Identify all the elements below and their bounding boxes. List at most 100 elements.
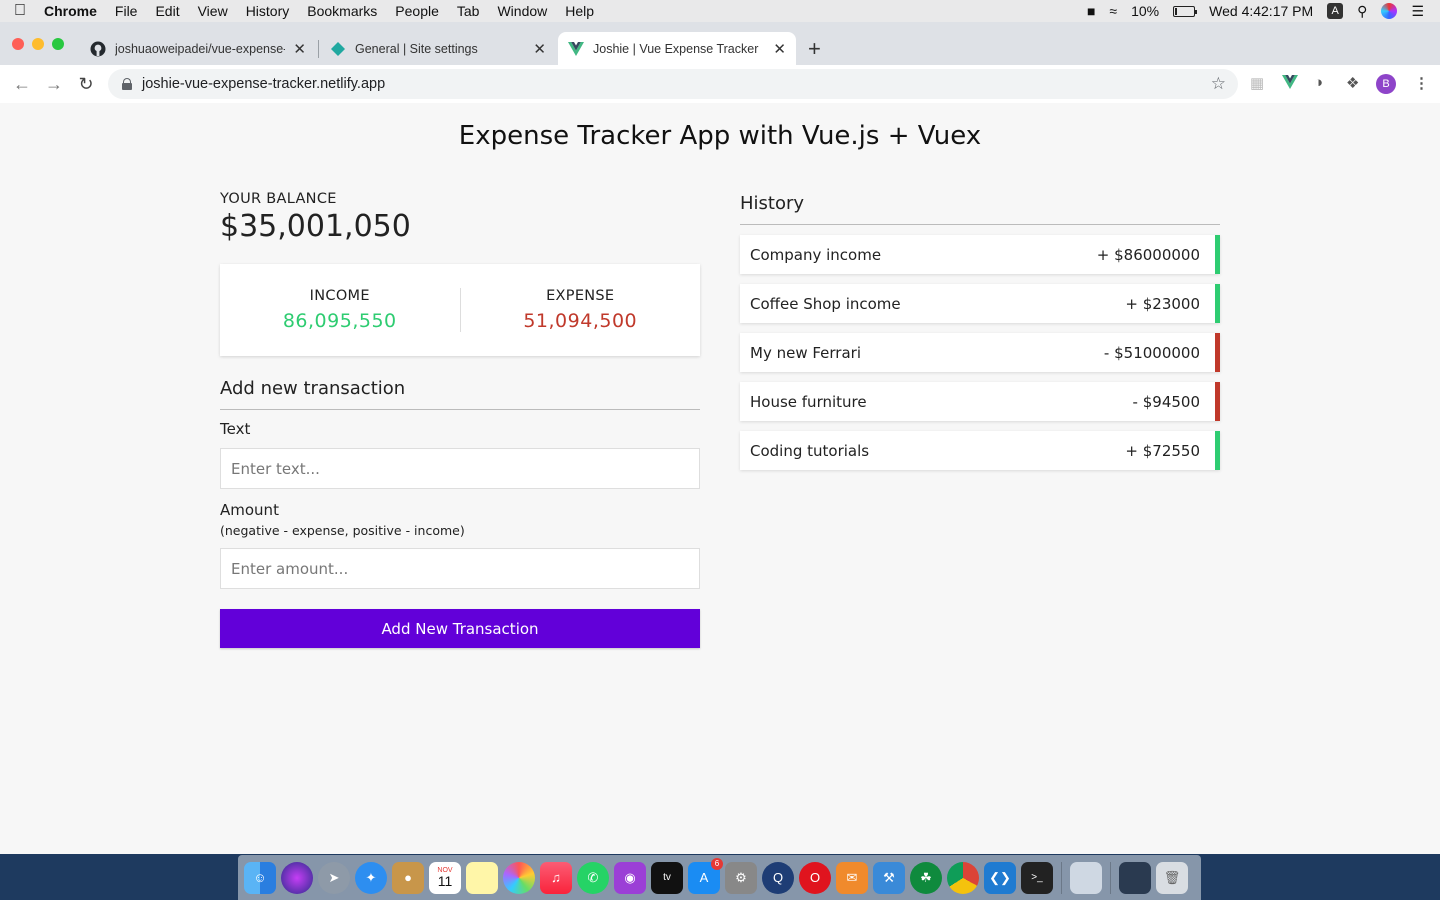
dock-separator — [1061, 861, 1062, 894]
screen-icon[interactable] — [1119, 861, 1151, 894]
siri-icon[interactable] — [1381, 3, 1398, 19]
reload-icon[interactable]: ↻ — [70, 74, 102, 95]
system-preferences-icon[interactable]: ⚙ — [725, 861, 757, 894]
history-column: History Company income + $86000000 Coffe… — [740, 191, 1220, 480]
text-input[interactable] — [220, 448, 700, 489]
clock[interactable]: Wed 4:42:17 PM — [1209, 3, 1313, 19]
transaction-item[interactable]: Coding tutorials + $72550 — [740, 431, 1220, 470]
menu-help[interactable]: Help — [556, 3, 603, 19]
battery-percent: 10% — [1131, 3, 1160, 19]
tab-vue-expense-tracker[interactable]: Joshie | Vue Expense Tracker ✕ — [558, 32, 796, 65]
tab-github[interactable]: joshuaoweipadei/vue-expense-tracker ✕ — [80, 32, 316, 65]
close-window-button[interactable] — [12, 38, 24, 50]
cardhop-icon[interactable]: ✉ — [836, 861, 868, 894]
battery-icon[interactable] — [1173, 5, 1198, 17]
transaction-item[interactable]: My new Ferrari - $51000000 — [740, 333, 1220, 372]
lock-icon[interactable] — [122, 78, 132, 90]
preview-icon[interactable] — [1070, 861, 1102, 894]
profile-avatar[interactable]: B — [1376, 74, 1396, 94]
menu-people[interactable]: People — [386, 3, 448, 19]
tab-close-icon[interactable]: ✕ — [293, 40, 306, 58]
vue-icon — [568, 41, 584, 57]
amount-input[interactable] — [220, 548, 700, 589]
contacts-icon[interactable]: ● — [392, 861, 424, 894]
menu-history[interactable]: History — [237, 3, 299, 19]
notes-icon[interactable] — [466, 861, 498, 894]
add-transaction-heading: Add new transaction — [220, 378, 700, 410]
calendar-icon[interactable]: NOV 11 — [429, 861, 461, 894]
vscode-icon[interactable]: ❮❯ — [984, 861, 1016, 894]
tab-close-icon[interactable]: ✕ — [533, 40, 546, 58]
finder-icon[interactable]: ☺ — [244, 861, 276, 894]
transaction-amount: - $94500 — [1132, 392, 1200, 411]
transaction-text: Coffee Shop income — [750, 294, 901, 313]
tab-title: joshuaoweipadei/vue-expense-tracker — [115, 41, 285, 56]
tab-netlify[interactable]: General | Site settings ✕ — [320, 32, 556, 65]
podcasts-icon[interactable]: ◉ — [614, 861, 646, 894]
transaction-list: Company income + $86000000 Coffee Shop i… — [740, 235, 1220, 470]
whatsapp-icon[interactable]: ✆ — [577, 861, 609, 894]
wifi-icon[interactable]: ≈ — [1109, 3, 1117, 19]
xcode-icon[interactable]: ⚒ — [873, 861, 905, 894]
new-tab-plus-icon[interactable]: + — [808, 36, 821, 62]
dock-separator — [1110, 861, 1111, 894]
input-source-icon[interactable]: A — [1327, 3, 1344, 19]
maximize-window-button[interactable] — [52, 38, 64, 50]
control-center-icon[interactable]: ☰ — [1411, 3, 1424, 20]
chrome-menu-icon[interactable]: ⋮ — [1414, 74, 1429, 92]
quicktime-icon[interactable]: Q — [762, 861, 794, 894]
minimize-window-button[interactable] — [32, 38, 44, 50]
forward-arrow-icon[interactable]: → — [38, 74, 70, 95]
menu-window[interactable]: Window — [488, 3, 556, 19]
page-content: Expense Tracker App with Vue.js + Vuex Y… — [0, 103, 1440, 854]
siri-icon[interactable] — [281, 861, 313, 894]
launchpad-icon[interactable]: ➤ — [318, 861, 350, 894]
transaction-text: My new Ferrari — [750, 343, 861, 362]
history-heading: History — [740, 191, 1220, 225]
income-expense-card: INCOME 86,095,550 EXPENSE 51,094,500 — [220, 264, 700, 356]
music-icon[interactable]: ♫ — [540, 861, 572, 894]
left-column: YOUR BALANCE $35,001,050 INCOME 86,095,5… — [220, 191, 700, 648]
transaction-item[interactable]: Company income + $86000000 — [740, 235, 1220, 274]
spotlight-search-icon[interactable]: ⚲ — [1357, 3, 1367, 20]
transaction-text: Company income — [750, 245, 882, 264]
menu-edit[interactable]: Edit — [146, 3, 188, 19]
transaction-item[interactable]: Coffee Shop income + $23000 — [740, 284, 1220, 323]
trash-icon[interactable]: 🗑 — [1156, 861, 1188, 894]
transaction-text: Coding tutorials — [750, 441, 870, 460]
address-url[interactable]: joshie-vue-expense-tracker.netlify.app — [142, 76, 385, 92]
amount-field-label: Amount — [220, 501, 279, 519]
menu-file[interactable]: File — [106, 3, 147, 19]
terminal-icon[interactable]: >_ — [1021, 861, 1053, 894]
calendar-day: 11 — [437, 873, 453, 889]
add-transaction-button[interactable]: Add New Transaction — [220, 609, 700, 648]
transaction-item[interactable]: House furniture - $94500 — [740, 382, 1220, 421]
extension-grid-icon[interactable]: ▦ — [1250, 74, 1264, 92]
opera-icon[interactable]: O — [799, 861, 831, 894]
menu-tab[interactable]: Tab — [448, 3, 489, 19]
back-arrow-icon[interactable]: ← — [6, 74, 38, 95]
address-bar[interactable]: joshie-vue-expense-tracker.netlify.app ☆ — [108, 69, 1238, 99]
mongodb-icon[interactable]: ☘ — [910, 861, 942, 894]
transaction-amount: + $23000 — [1125, 294, 1200, 313]
menu-app-name[interactable]: Chrome — [40, 3, 106, 19]
menu-bookmarks[interactable]: Bookmarks — [298, 3, 386, 19]
transaction-amount: - $51000000 — [1103, 343, 1200, 362]
safari-icon[interactable]: ✦ — [355, 861, 387, 894]
amount-hint: (negative - expense, positive - income) — [220, 523, 465, 538]
bookmark-star-icon[interactable]: ☆ — [1211, 74, 1226, 94]
vue-devtools-icon[interactable] — [1282, 74, 1298, 94]
tab-separator — [318, 40, 319, 58]
apple-menu-icon[interactable]:  — [0, 2, 40, 20]
dark-mode-extension-icon[interactable]: ◑ — [1314, 74, 1323, 91]
extensions-puzzle-icon[interactable]: ❖ — [1346, 74, 1359, 92]
balance-label: YOUR BALANCE — [220, 191, 337, 207]
menu-view[interactable]: View — [189, 3, 237, 19]
tab-close-icon[interactable]: ✕ — [773, 40, 786, 58]
appletv-icon[interactable]: tv — [651, 861, 683, 894]
balance-value: $35,001,050 — [220, 209, 411, 244]
appstore-icon[interactable]: A6 — [688, 857, 723, 894]
photos-icon[interactable] — [503, 861, 535, 894]
chrome-icon[interactable] — [947, 861, 979, 894]
notification-icon[interactable]: ■ — [1087, 3, 1095, 19]
